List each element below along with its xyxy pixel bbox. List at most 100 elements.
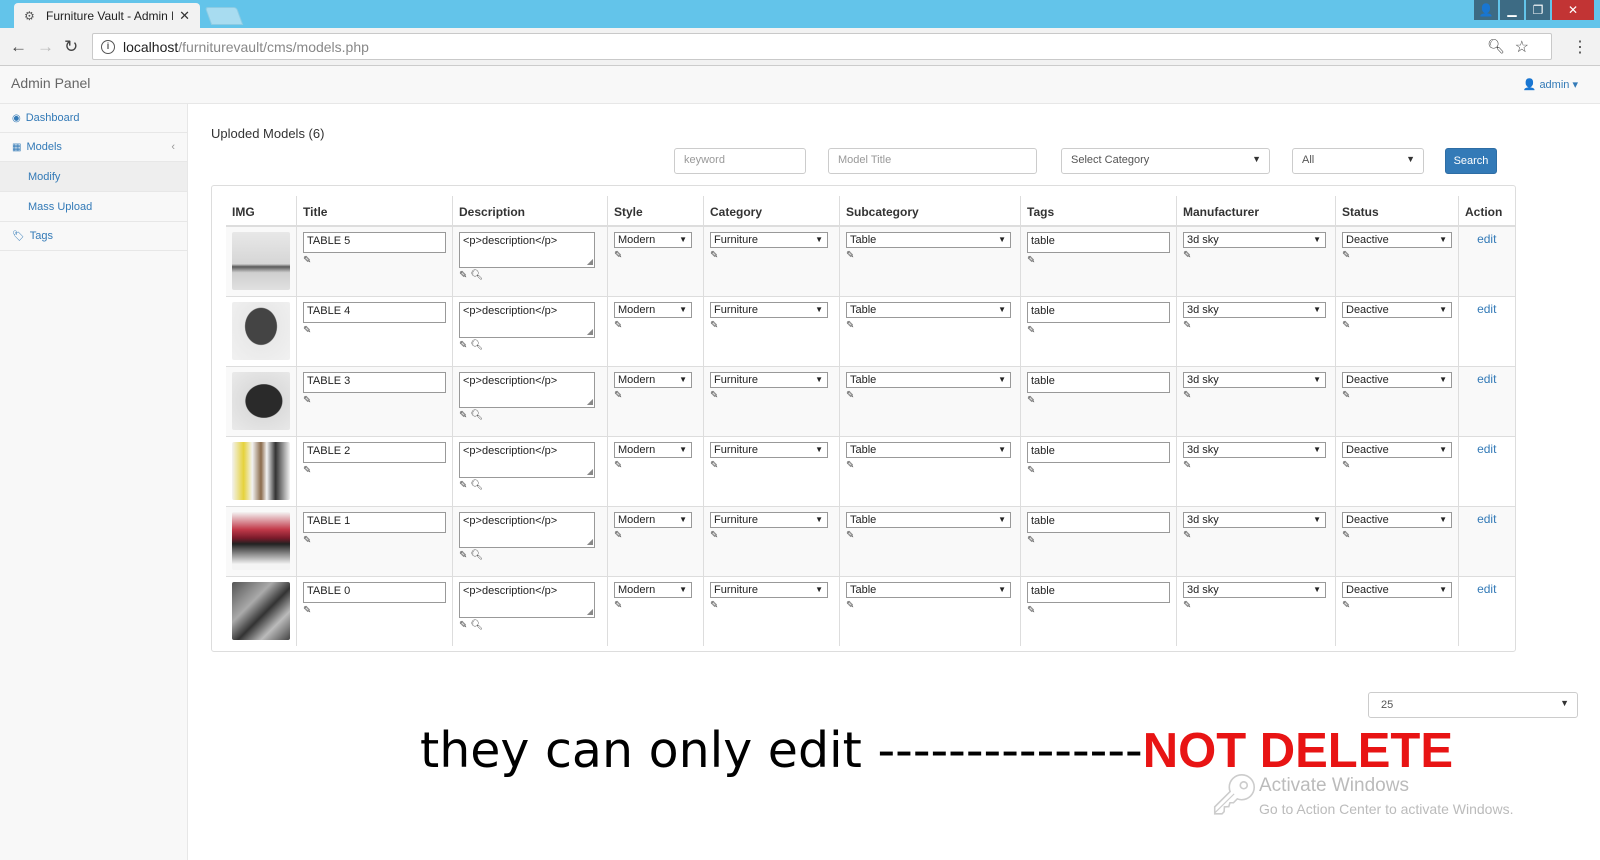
magnifier-icon[interactable]: 🔍︎ <box>470 270 483 281</box>
edit-icon[interactable]: ✎ <box>710 320 718 331</box>
edit-icon[interactable]: ✎ <box>614 250 622 261</box>
edit-icon[interactable]: ✎ <box>303 255 311 266</box>
edit-icon[interactable]: ✎ <box>710 390 718 401</box>
tags-input[interactable]: table <box>1027 511 1170 533</box>
resize-grip-icon[interactable]: ◢ <box>587 607 593 616</box>
model-title-input[interactable]: Model Title <box>828 148 1037 174</box>
edit-icon[interactable]: ✎ <box>1027 255 1035 266</box>
manufacturer-select[interactable]: 3d sky ▼ <box>1183 581 1326 598</box>
status-select[interactable]: Deactive ▼ <box>1342 511 1452 528</box>
resize-grip-icon[interactable]: ◢ <box>587 537 593 546</box>
edit-icon[interactable]: ✎ <box>846 320 854 331</box>
category-select[interactable]: Select Category ▼ <box>1061 148 1270 174</box>
magnifier-icon[interactable]: 🔍︎ <box>470 340 483 351</box>
edit-icon[interactable]: ✎ <box>614 460 622 471</box>
category-row-select[interactable]: Furniture ▼ <box>710 301 828 318</box>
subcategory-select[interactable]: Table ▼ <box>846 441 1011 458</box>
tags-input[interactable]: table <box>1027 232 1170 253</box>
tab-close-icon[interactable]: ✕ <box>179 8 190 24</box>
new-tab-button[interactable] <box>204 7 244 25</box>
edit-icon[interactable]: ✎ <box>459 410 467 421</box>
zoom-icon[interactable]: 🔍︎ <box>1487 38 1505 55</box>
edit-icon[interactable]: ✎ <box>1342 460 1350 471</box>
style-select[interactable]: Modern ▼ <box>614 301 692 318</box>
resize-grip-icon[interactable]: ◢ <box>587 257 593 266</box>
edit-icon[interactable]: ✎ <box>303 325 311 336</box>
edit-icon[interactable]: ✎ <box>846 250 854 261</box>
edit-link[interactable]: edit <box>1465 232 1509 246</box>
edit-icon[interactable]: ✎ <box>459 270 467 281</box>
edit-icon[interactable]: ✎ <box>846 530 854 541</box>
sidebar-item-mass-upload[interactable]: Mass Upload <box>0 192 187 222</box>
model-thumbnail[interactable] <box>232 371 290 430</box>
manufacturer-select[interactable]: 3d sky ▼ <box>1183 441 1326 458</box>
category-row-select[interactable]: Furniture ▼ <box>710 441 828 458</box>
status-select[interactable]: Deactive ▼ <box>1342 232 1452 248</box>
edit-link[interactable]: edit <box>1465 512 1509 526</box>
info-icon[interactable]: i <box>101 39 115 54</box>
resize-grip-icon[interactable]: ◢ <box>587 397 593 406</box>
edit-icon[interactable]: ✎ <box>710 250 718 261</box>
category-row-select[interactable]: Furniture ▼ <box>710 581 828 598</box>
url-input[interactable]: i localhost/furniturevault/cms/models.ph… <box>92 33 1552 60</box>
subcategory-select[interactable]: Table ▼ <box>846 301 1011 318</box>
edit-icon[interactable]: ✎ <box>710 600 718 611</box>
edit-icon[interactable]: ✎ <box>614 600 622 611</box>
back-icon[interactable]: ← <box>10 37 27 57</box>
category-row-select[interactable]: Furniture ▼ <box>710 371 828 388</box>
title-input[interactable]: TABLE 2 <box>303 441 446 463</box>
resize-grip-icon[interactable]: ◢ <box>587 467 593 476</box>
edit-icon[interactable]: ✎ <box>1342 250 1350 261</box>
title-input[interactable]: TABLE 3 <box>303 371 446 393</box>
category-row-select[interactable]: Furniture ▼ <box>710 232 828 248</box>
user-menu[interactable]: 👤 admin ▾ <box>1523 78 1578 91</box>
title-input[interactable]: TABLE 1 <box>303 511 446 533</box>
edit-icon[interactable]: ✎ <box>303 395 311 406</box>
manufacturer-select[interactable]: 3d sky ▼ <box>1183 301 1326 318</box>
description-textarea[interactable]: <p>description</p> ◢ <box>459 511 595 548</box>
status-select[interactable]: Deactive ▼ <box>1342 371 1452 388</box>
manufacturer-select[interactable]: 3d sky ▼ <box>1183 511 1326 528</box>
edit-icon[interactable]: ✎ <box>1342 390 1350 401</box>
edit-icon[interactable]: ✎ <box>710 530 718 541</box>
edit-icon[interactable]: ✎ <box>1342 600 1350 611</box>
edit-icon[interactable]: ✎ <box>1027 465 1035 476</box>
edit-icon[interactable]: ✎ <box>1027 605 1035 616</box>
browser-tab[interactable]: ⚙ Furniture Vault - Admin P ✕ <box>14 3 200 28</box>
sidebar-item-dashboard[interactable]: ◉ Dashboard <box>0 104 187 133</box>
model-thumbnail[interactable] <box>232 301 290 360</box>
edit-icon[interactable]: ✎ <box>303 535 311 546</box>
edit-icon[interactable]: ✎ <box>1183 530 1191 541</box>
description-textarea[interactable]: <p>description</p> ◢ <box>459 371 595 408</box>
edit-icon[interactable]: ✎ <box>459 620 467 631</box>
edit-icon[interactable]: ✎ <box>1342 320 1350 331</box>
model-thumbnail[interactable] <box>232 511 290 570</box>
category-row-select[interactable]: Furniture ▼ <box>710 511 828 528</box>
edit-icon[interactable]: ✎ <box>614 530 622 541</box>
model-thumbnail[interactable] <box>232 581 290 640</box>
edit-icon[interactable]: ✎ <box>459 550 467 561</box>
forward-icon[interactable]: → <box>37 37 54 57</box>
search-button[interactable]: Search <box>1445 148 1497 174</box>
edit-icon[interactable]: ✎ <box>1183 460 1191 471</box>
manufacturer-select[interactable]: 3d sky ▼ <box>1183 371 1326 388</box>
style-select[interactable]: Modern ▼ <box>614 232 692 248</box>
subcategory-select[interactable]: Table ▼ <box>846 232 1011 248</box>
edit-icon[interactable]: ✎ <box>1183 250 1191 261</box>
keyword-input[interactable]: keyword <box>674 148 806 174</box>
magnifier-icon[interactable]: 🔍︎ <box>470 620 483 631</box>
edit-icon[interactable]: ✎ <box>1342 530 1350 541</box>
title-input[interactable]: TABLE 5 <box>303 232 446 253</box>
minimize-button[interactable]: ▁ <box>1500 0 1524 20</box>
edit-icon[interactable]: ✎ <box>1027 325 1035 336</box>
style-select[interactable]: Modern ▼ <box>614 371 692 388</box>
edit-icon[interactable]: ✎ <box>459 340 467 351</box>
tags-input[interactable]: table <box>1027 301 1170 323</box>
sidebar-item-modify[interactable]: Modify <box>0 162 187 192</box>
magnifier-icon[interactable]: 🔍︎ <box>470 410 483 421</box>
edit-link[interactable]: edit <box>1465 582 1509 596</box>
status-filter-select[interactable]: All ▼ <box>1292 148 1424 174</box>
edit-icon[interactable]: ✎ <box>303 605 311 616</box>
edit-icon[interactable]: ✎ <box>1183 600 1191 611</box>
magnifier-icon[interactable]: 🔍︎ <box>470 550 483 561</box>
